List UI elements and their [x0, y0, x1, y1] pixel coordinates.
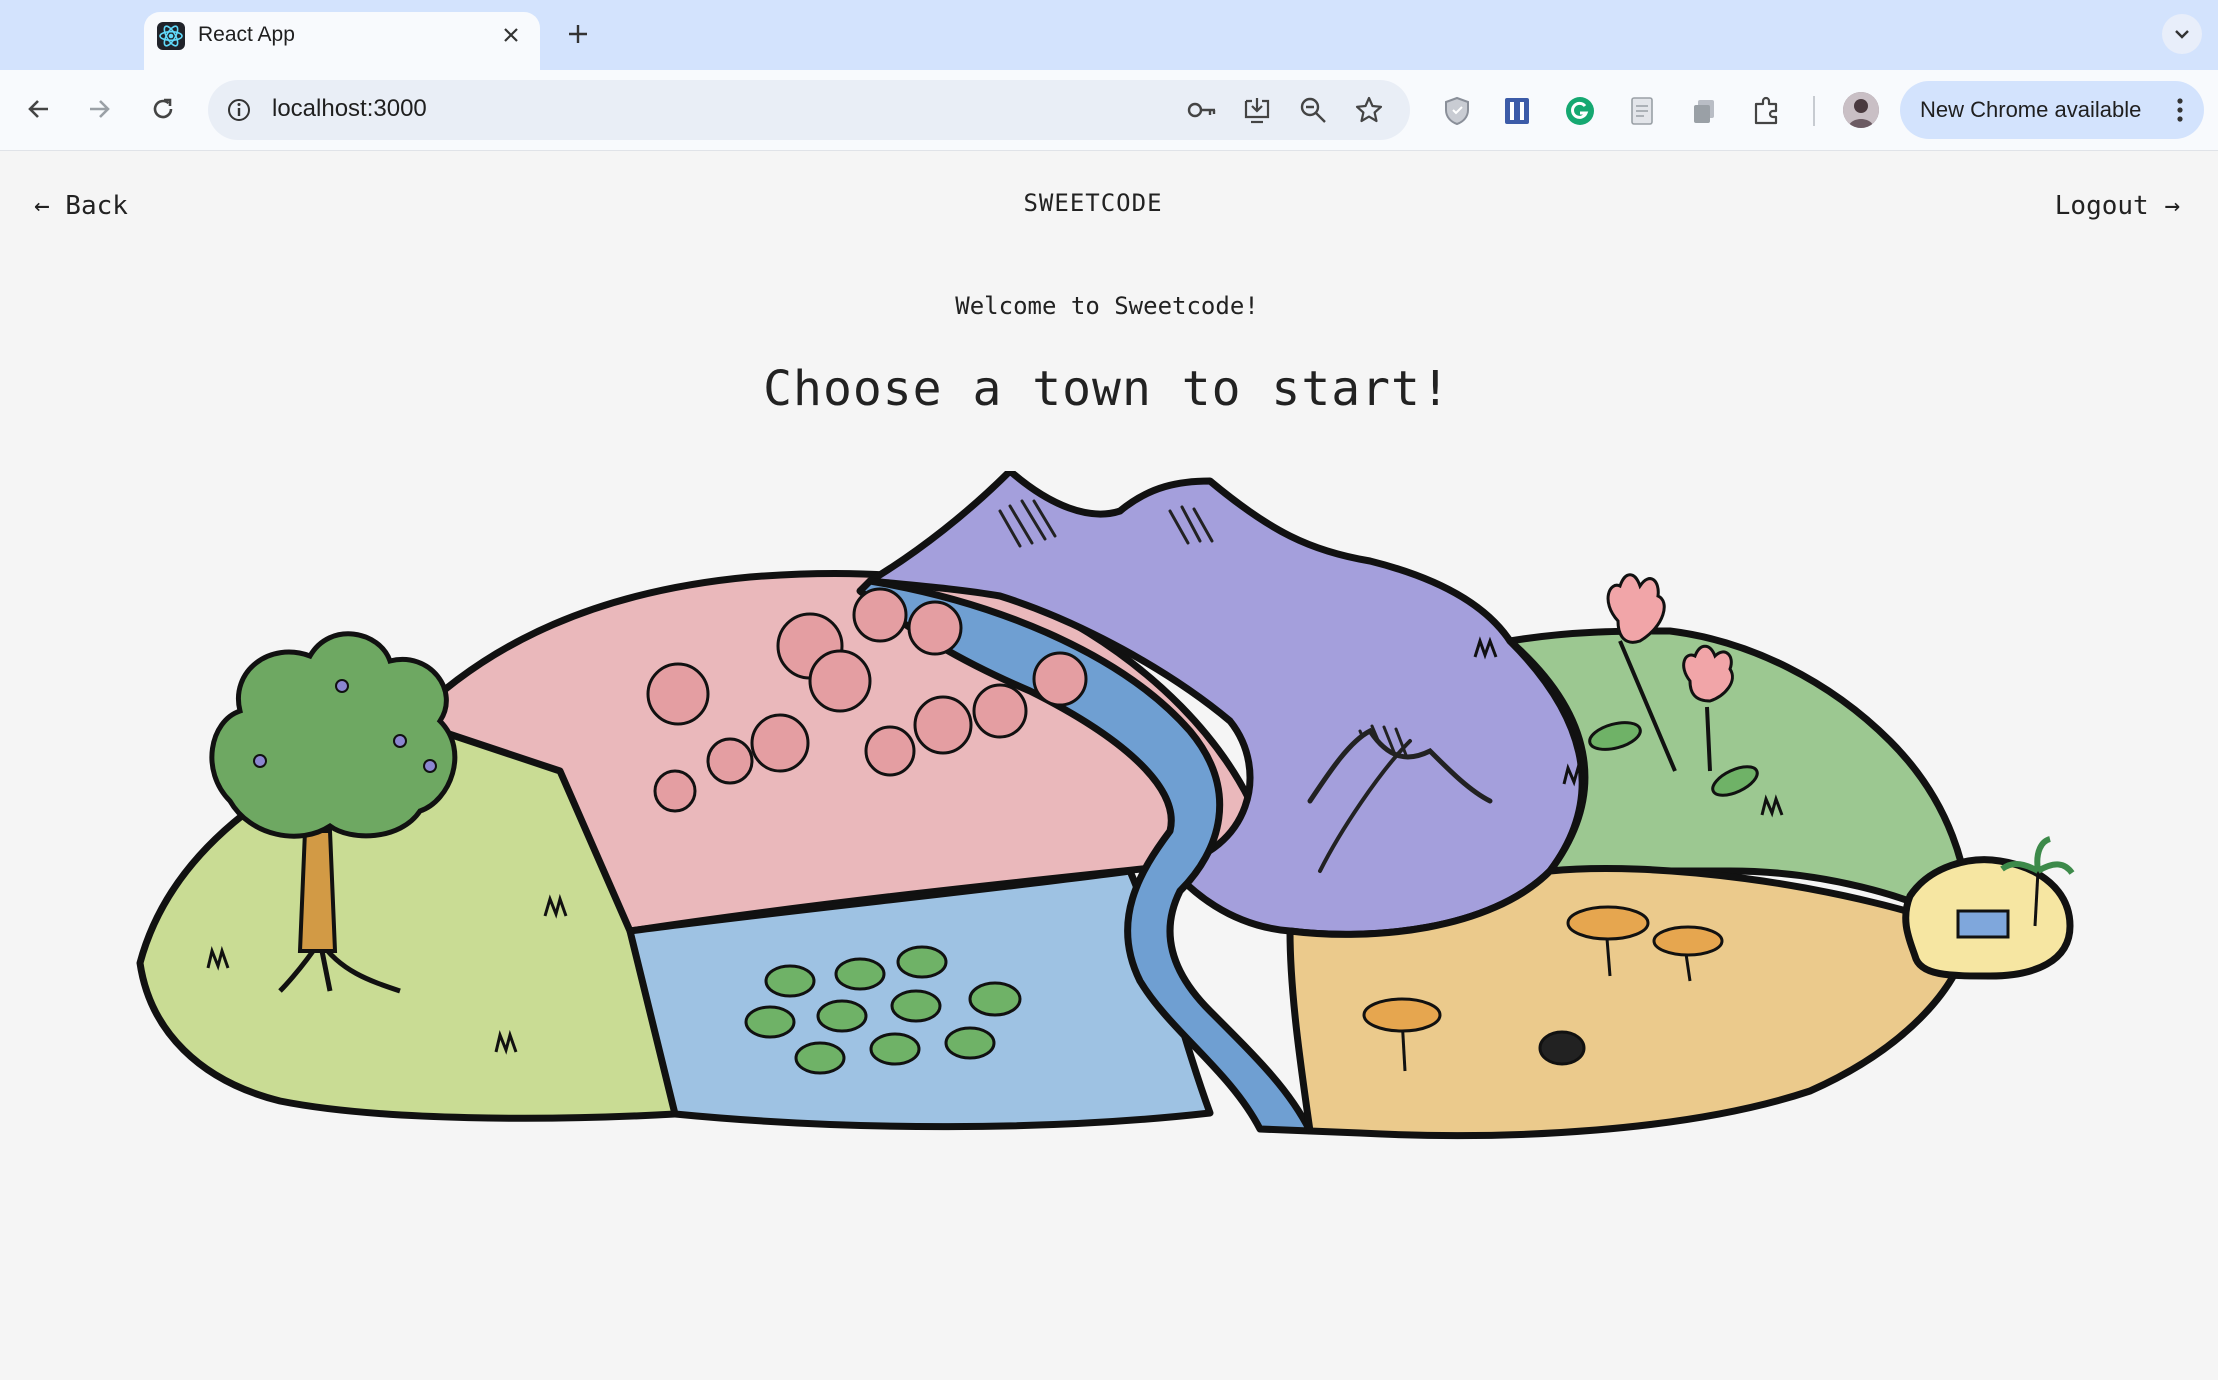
url-text: localhost:3000 [272, 95, 427, 122]
address-bar[interactable]: localhost:3000 [208, 80, 1410, 140]
chrome-update-button[interactable]: New Chrome available [1900, 81, 2204, 139]
shield-extension-icon[interactable] [1440, 94, 1474, 128]
tab-title: React App [198, 23, 295, 46]
chrome-update-label: New Chrome available [1920, 97, 2142, 122]
extensions-puzzle-icon[interactable] [1750, 94, 1784, 128]
install-app-icon[interactable] [1242, 95, 1272, 125]
town-map [136, 471, 2075, 1140]
close-tab-icon[interactable] [494, 18, 528, 52]
password-key-icon[interactable] [1186, 95, 1216, 125]
site-info-icon[interactable] [226, 97, 252, 123]
new-tab-icon[interactable] [560, 16, 596, 52]
logout-link[interactable]: Logout → [2055, 191, 2180, 221]
reload-icon[interactable] [142, 88, 184, 130]
profile-avatar[interactable] [1843, 92, 1879, 128]
browser-tab[interactable]: React App [144, 12, 540, 70]
document-extension-icon[interactable] [1625, 94, 1659, 128]
toolbar-divider [1813, 96, 1815, 126]
welcome-text: Welcome to Sweetcode! [955, 292, 1259, 320]
reader-extension-icon[interactable] [1500, 94, 1534, 128]
app-page: ← Back SWEETCODE Logout → Welcome to Swe… [0, 151, 2218, 1380]
react-favicon-icon [157, 22, 185, 50]
grammarly-icon[interactable] [1563, 94, 1597, 128]
brand-title: SWEETCODE [1023, 189, 1163, 217]
tab-search-chevron-icon[interactable] [2162, 14, 2202, 54]
browser-tab-strip: React App [0, 0, 2218, 70]
bookmark-star-icon[interactable] [1354, 95, 1384, 125]
forward-arrow-icon[interactable] [78, 88, 120, 130]
back-arrow-icon[interactable] [18, 88, 60, 130]
browser-toolbar: localhost:3000 New Chrome available [0, 70, 2218, 151]
zoom-icon[interactable] [1298, 95, 1328, 125]
copy-extension-icon[interactable] [1688, 94, 1722, 128]
more-menu-icon[interactable] [2170, 93, 2190, 127]
choose-town-heading: Choose a town to start! [763, 361, 1451, 417]
